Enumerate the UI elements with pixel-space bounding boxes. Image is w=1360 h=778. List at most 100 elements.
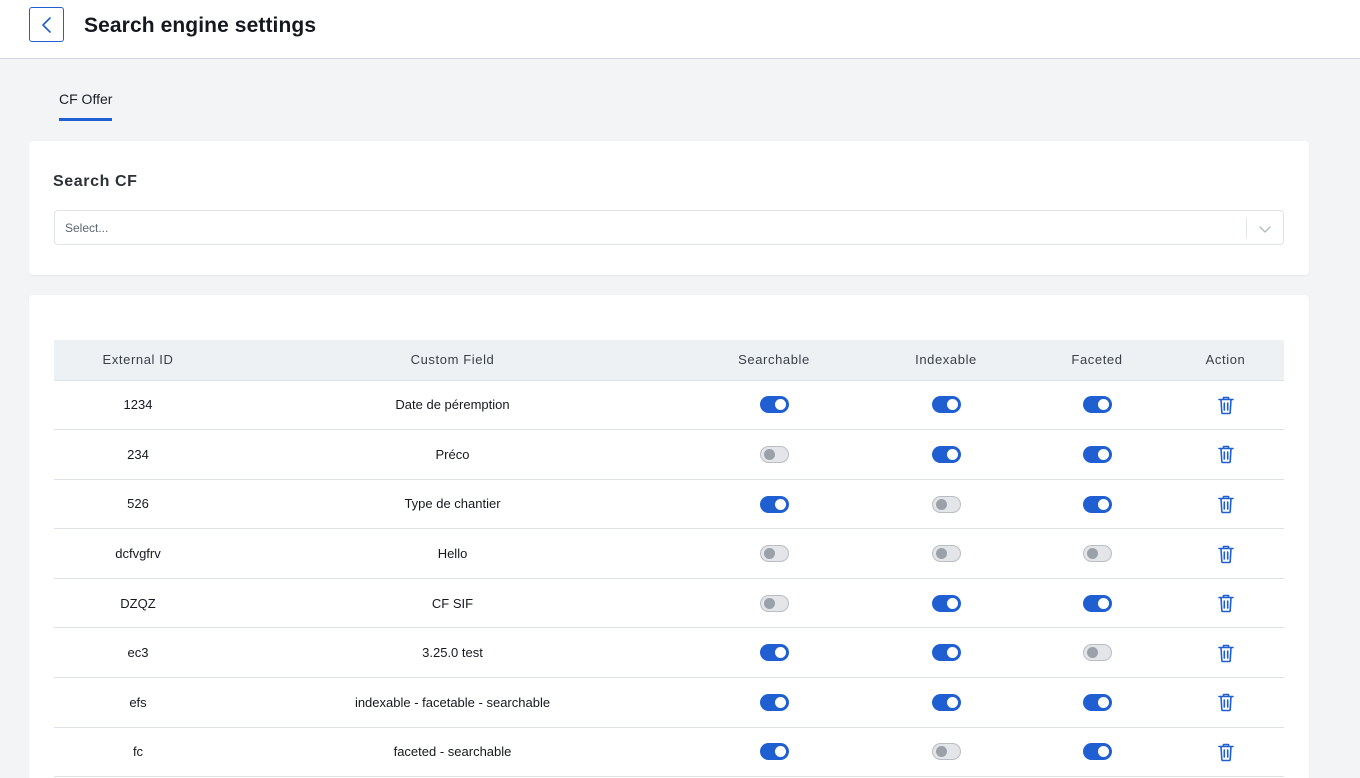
faceted-toggle[interactable] xyxy=(1082,644,1112,662)
faceted-cell xyxy=(1027,429,1167,480)
trash-icon[interactable] xyxy=(1217,494,1235,514)
table-row: 234 Préco xyxy=(54,429,1284,480)
col-external-id: External ID xyxy=(54,340,222,381)
searchable-toggle[interactable] xyxy=(759,396,789,414)
custom-field-cell: CF SIF xyxy=(222,578,683,629)
searchable-cell xyxy=(683,578,865,629)
indexable-toggle[interactable] xyxy=(931,693,961,711)
external-id-cell: DZQZ xyxy=(54,578,222,629)
searchable-toggle[interactable] xyxy=(759,495,789,513)
faceted-toggle[interactable] xyxy=(1082,545,1112,563)
tab-cf-offer[interactable]: CF Offer xyxy=(59,89,113,121)
table-body: 1234 Date de péremption 234 Préco 526 Type de… xyxy=(54,380,1284,778)
indexable-cell xyxy=(865,528,1027,579)
col-custom-field: Custom Field xyxy=(222,340,683,381)
custom-field-cell: 3.25.0 test xyxy=(222,627,683,679)
indexable-cell xyxy=(865,727,1027,778)
indexable-toggle[interactable] xyxy=(931,594,961,612)
searchable-cell xyxy=(683,528,865,579)
col-faceted: Faceted xyxy=(1027,340,1167,381)
toggle-knob xyxy=(946,597,958,609)
faceted-toggle[interactable] xyxy=(1082,594,1112,612)
trash-icon[interactable] xyxy=(1217,742,1235,762)
trash-icon[interactable] xyxy=(1217,593,1235,613)
action-cell xyxy=(1167,727,1284,778)
custom-fields-table: External ID Custom Field Searchable Inde… xyxy=(54,340,1284,778)
searchable-toggle[interactable] xyxy=(759,545,789,563)
faceted-toggle[interactable] xyxy=(1082,693,1112,711)
custom-field-cell: Date de péremption xyxy=(222,380,683,431)
indexable-toggle[interactable] xyxy=(931,644,961,662)
toggle-knob xyxy=(946,448,958,460)
action-cell xyxy=(1167,677,1284,728)
faceted-cell xyxy=(1027,479,1167,530)
external-id-cell: dcfvgfrv xyxy=(54,528,222,579)
action-cell xyxy=(1167,380,1284,431)
toggle-knob xyxy=(763,448,775,460)
toggle-knob xyxy=(946,696,958,708)
table-row: 526 Type de chantier xyxy=(54,479,1284,530)
toggle-knob xyxy=(935,498,947,510)
toggle-knob xyxy=(763,548,775,560)
trash-icon[interactable] xyxy=(1217,395,1235,415)
back-button[interactable] xyxy=(29,7,64,42)
search-card: Search CF Select... xyxy=(29,141,1309,275)
table-row: DZQZ CF SIF xyxy=(54,578,1284,629)
searchable-cell xyxy=(683,429,865,480)
faceted-toggle[interactable] xyxy=(1082,445,1112,463)
col-action: Action xyxy=(1167,340,1284,381)
table-row: ec3 3.25.0 test xyxy=(54,627,1284,679)
select-separator xyxy=(1246,218,1247,238)
trash-icon[interactable] xyxy=(1217,544,1235,564)
table-header-row: External ID Custom Field Searchable Inde… xyxy=(54,340,1284,381)
toggle-knob xyxy=(1086,548,1098,560)
trash-icon[interactable] xyxy=(1217,692,1235,712)
searchable-toggle[interactable] xyxy=(759,644,789,662)
custom-field-cell: faceted - searchable xyxy=(222,727,683,778)
faceted-cell xyxy=(1027,627,1167,679)
col-searchable: Searchable xyxy=(683,340,865,381)
indexable-toggle[interactable] xyxy=(931,545,961,563)
action-cell xyxy=(1167,479,1284,530)
external-id-cell: ec3 xyxy=(54,627,222,679)
searchable-toggle[interactable] xyxy=(759,743,789,761)
action-cell xyxy=(1167,528,1284,579)
external-id-cell: fc xyxy=(54,727,222,778)
indexable-toggle[interactable] xyxy=(931,495,961,513)
action-cell xyxy=(1167,429,1284,480)
indexable-cell xyxy=(865,677,1027,728)
indexable-toggle[interactable] xyxy=(931,445,961,463)
action-cell xyxy=(1167,578,1284,629)
toggle-knob xyxy=(1097,696,1109,708)
faceted-toggle[interactable] xyxy=(1082,495,1112,513)
toggle-knob xyxy=(946,647,958,659)
toggle-knob xyxy=(1086,647,1098,659)
searchable-toggle[interactable] xyxy=(759,445,789,463)
indexable-toggle[interactable] xyxy=(931,743,961,761)
custom-field-cell: Hello xyxy=(222,528,683,579)
custom-field-cell: Préco xyxy=(222,429,683,480)
toggle-knob xyxy=(1097,399,1109,411)
searchable-cell xyxy=(683,727,865,778)
searchable-toggle[interactable] xyxy=(759,594,789,612)
faceted-toggle[interactable] xyxy=(1082,396,1112,414)
indexable-cell xyxy=(865,578,1027,629)
toggle-knob xyxy=(1097,597,1109,609)
custom-field-cell: Type de chantier xyxy=(222,479,683,530)
faceted-cell xyxy=(1027,380,1167,431)
toggle-knob xyxy=(774,647,786,659)
faceted-toggle[interactable] xyxy=(1082,743,1112,761)
searchable-cell xyxy=(683,479,865,530)
toggle-knob xyxy=(1097,746,1109,758)
toggle-knob xyxy=(774,498,786,510)
table-row: fc faceted - searchable xyxy=(54,727,1284,778)
chevron-down-icon[interactable] xyxy=(1257,221,1273,237)
faceted-cell xyxy=(1027,578,1167,629)
trash-icon[interactable] xyxy=(1217,643,1235,663)
indexable-toggle[interactable] xyxy=(931,396,961,414)
search-cf-select[interactable]: Select... xyxy=(54,210,1284,245)
searchable-toggle[interactable] xyxy=(759,693,789,711)
indexable-cell xyxy=(865,380,1027,431)
trash-icon[interactable] xyxy=(1217,444,1235,464)
searchable-cell xyxy=(683,380,865,431)
